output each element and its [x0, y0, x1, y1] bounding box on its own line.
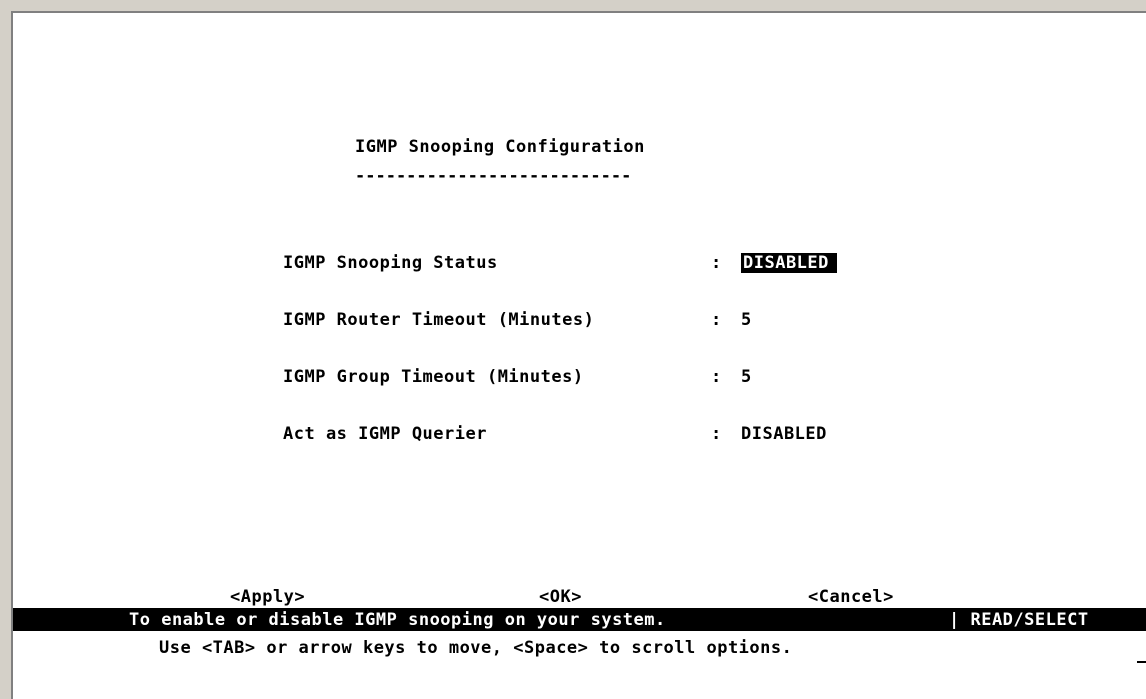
snooping-status-label: IGMP Snooping Status	[283, 253, 498, 273]
apply-button[interactable]: <Apply>	[230, 586, 305, 608]
group-timeout-separator: :	[711, 367, 722, 387]
text-cursor	[1137, 661, 1146, 663]
page-title-underline: ---------------------------	[355, 166, 632, 186]
querier-field[interactable]: DISABLED	[741, 423, 827, 445]
group-timeout-field[interactable]: 5	[741, 366, 752, 388]
window-frame-top	[0, 0, 1146, 11]
terminal-screen: IGMP Snooping Configuration ------------…	[13, 13, 1146, 699]
snooping-status-separator: :	[711, 253, 722, 273]
router-timeout-field[interactable]: 5	[741, 309, 752, 331]
status-mode: | READ/SELECT	[949, 610, 1089, 630]
querier-separator: :	[711, 424, 722, 444]
help-hint: Use <TAB> or arrow keys to move, <Space>…	[159, 638, 793, 658]
page-title: IGMP Snooping Configuration	[355, 137, 645, 157]
router-timeout-separator: :	[711, 310, 722, 330]
cancel-button[interactable]: <Cancel>	[808, 586, 894, 608]
status-message: To enable or disable IGMP snooping on yo…	[129, 610, 666, 630]
ok-button[interactable]: <OK>	[539, 586, 582, 608]
group-timeout-label: IGMP Group Timeout (Minutes)	[283, 367, 584, 387]
snooping-status-field[interactable]: DISABLED	[741, 252, 837, 274]
snooping-status-value[interactable]: DISABLED	[741, 253, 837, 273]
window-frame-left	[0, 0, 11, 699]
querier-label: Act as IGMP Querier	[283, 424, 487, 444]
router-timeout-label: IGMP Router Timeout (Minutes)	[283, 310, 595, 330]
